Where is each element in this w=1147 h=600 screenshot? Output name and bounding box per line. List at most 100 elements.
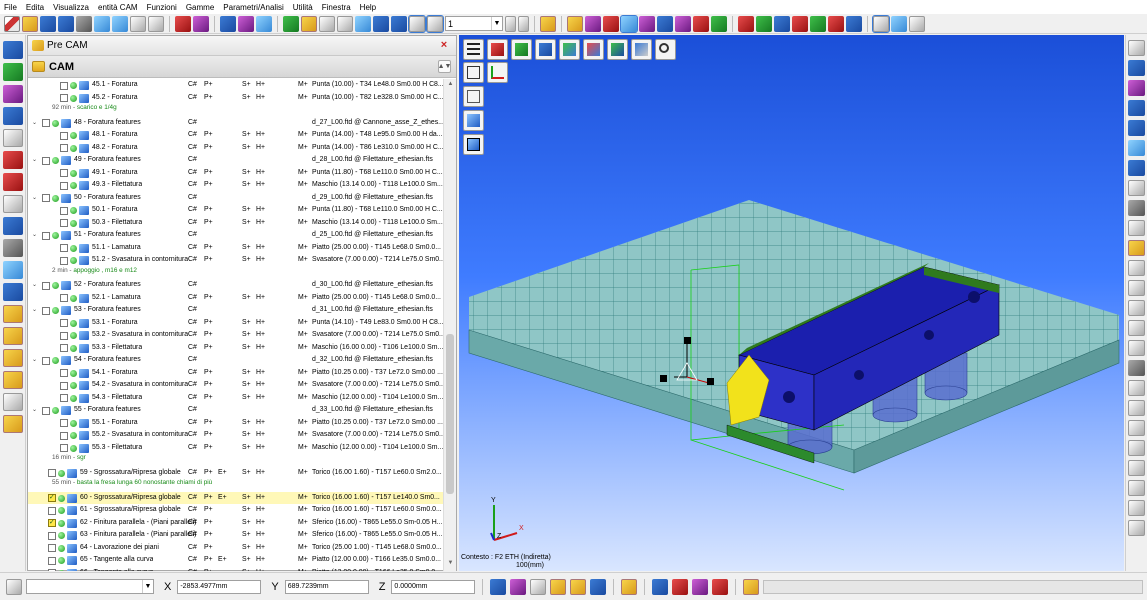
cube-red-icon[interactable] xyxy=(738,15,754,32)
operation-row[interactable]: 50.1 - Foratura C# P+ S+ H+ M+ Punta (11.80) -… xyxy=(28,204,444,217)
snap-point-icon[interactable] xyxy=(570,578,587,595)
operation-row[interactable]: 51.1 - Lamatura C# P+ S+ H+ M+ Piatto (25.00 0… xyxy=(28,242,444,255)
section-icon[interactable] xyxy=(1128,160,1145,176)
operation-row[interactable]: 59 - Sgrossatura/Ripresa globale C# P+ E+ S+… xyxy=(28,467,444,480)
collapse-icon[interactable]: ▲▼ xyxy=(438,60,451,73)
expand-icon[interactable]: ⌄ xyxy=(32,120,39,127)
snap-icon[interactable] xyxy=(175,15,191,32)
operation-checkbox[interactable] xyxy=(48,531,56,540)
print-icon[interactable] xyxy=(76,15,92,32)
view-back-button[interactable] xyxy=(583,39,604,60)
new-file-icon[interactable] xyxy=(4,15,20,32)
point-icon[interactable] xyxy=(2,63,23,81)
operation-row[interactable]: 61 - Sgrossatura/Ripresa globale C# P+ S+ H+… xyxy=(28,504,444,517)
tag-icon[interactable] xyxy=(1128,480,1145,496)
operation-checkbox[interactable] xyxy=(60,144,68,152)
properties-icon[interactable] xyxy=(301,15,317,32)
viewport-menu-button[interactable] xyxy=(463,39,484,60)
y-coordinate-field[interactable]: 689.7239mm xyxy=(284,579,369,594)
operation-row[interactable]: 52.1 - Lamatura C# P+ S+ H+ M+ Piatto (25.00 0… xyxy=(28,292,444,305)
operation-checkbox[interactable] xyxy=(60,169,68,177)
shield-icon[interactable] xyxy=(1128,460,1145,476)
minus-icon[interactable] xyxy=(505,15,516,32)
shaded-edges-button[interactable] xyxy=(463,134,484,155)
machine-head-icon[interactable] xyxy=(1128,200,1145,216)
expand-icon[interactable]: ⌄ xyxy=(32,157,39,164)
operation-checkbox[interactable] xyxy=(48,493,56,502)
operation-row[interactable]: 62 - Finitura parallela - (Piani paralle… xyxy=(28,517,444,530)
group-row[interactable]: ⌄ 50 - Foratura features C# d_29_L00.ftd @ … xyxy=(28,192,444,205)
report-icon[interactable] xyxy=(692,578,709,595)
operation-checkbox[interactable] xyxy=(60,256,68,265)
cube-red-icon[interactable] xyxy=(792,15,808,32)
chart-icon[interactable] xyxy=(672,578,689,595)
workplane-icon[interactable] xyxy=(2,41,23,59)
spindle-icon[interactable] xyxy=(1128,220,1145,236)
shaded-cube-button[interactable] xyxy=(463,110,484,131)
polar-icon[interactable] xyxy=(550,578,567,595)
layout-icon[interactable] xyxy=(1128,360,1145,376)
operation-checkbox[interactable] xyxy=(60,331,68,340)
operation-row[interactable]: 50.3 - Filettatura C# P+ S+ H+ M+ Maschio (13.… xyxy=(28,217,444,230)
operation-row[interactable]: 53.2 - Svasatura in contornitura C# P+ S+ H+… xyxy=(28,329,444,342)
info-icon[interactable] xyxy=(652,578,669,595)
toolpath-icon[interactable] xyxy=(2,349,23,367)
operation-row[interactable]: 51.2 - Svasatura in contornitura C# P+ S+ H+… xyxy=(28,254,444,267)
select-mode-icon[interactable] xyxy=(408,14,426,33)
slice-icon[interactable] xyxy=(1128,180,1145,196)
operation-checkbox[interactable] xyxy=(48,544,56,552)
group-row[interactable]: ⌄ 54 - Foratura features C# d_32_L00.ftd @ … xyxy=(28,354,444,367)
menu-item[interactable]: Funzioni xyxy=(147,3,177,12)
open-cam-icon[interactable] xyxy=(40,15,56,32)
menu-item[interactable]: Help xyxy=(360,3,376,12)
operation-checkbox[interactable] xyxy=(60,131,68,140)
operation-row[interactable]: 54.2 - Svasatura in contornitura C# P+ S+ H+… xyxy=(28,379,444,392)
layer-icon[interactable] xyxy=(283,15,299,32)
undo-icon[interactable] xyxy=(94,15,110,32)
operation-row[interactable]: 49.1 - Foratura C# P+ S+ H+ M+ Punta (11.80) -… xyxy=(28,167,444,180)
operation-row[interactable]: 53.1 - Foratura C# P+ S+ H+ M+ Punta (14.10) -… xyxy=(28,317,444,330)
view-front-icon[interactable] xyxy=(693,15,709,32)
operation-checkbox[interactable] xyxy=(60,81,68,90)
menu-item[interactable]: entità CAM xyxy=(98,3,138,12)
calculator-icon[interactable] xyxy=(712,578,729,595)
zoom-fit-button[interactable] xyxy=(655,39,676,60)
operation-checkbox[interactable] xyxy=(48,556,56,565)
operation-checkbox[interactable] xyxy=(60,369,68,377)
macro-icon[interactable] xyxy=(2,283,23,301)
save-icon[interactable] xyxy=(58,15,74,32)
scroll-up-icon[interactable]: ▲ xyxy=(446,81,455,90)
render-icon[interactable] xyxy=(238,15,254,32)
menu-item[interactable]: Visualizza xyxy=(53,3,89,12)
view-top-icon[interactable] xyxy=(675,15,691,32)
menu-item[interactable]: Edita xyxy=(26,3,44,12)
operation-checkbox[interactable] xyxy=(60,444,68,452)
operation-row[interactable]: 53.3 - Filettatura C# P+ S+ H+ M+ Maschio (16.… xyxy=(28,342,444,355)
shade-icon[interactable] xyxy=(256,15,272,32)
time-note-row[interactable]: 55 min - basta la fresa lunga 60 nonosta… xyxy=(28,479,444,492)
operation-checkbox[interactable] xyxy=(42,156,50,165)
wand-icon[interactable] xyxy=(743,578,760,595)
operation-row[interactable]: 66 - Tangente alla curva C# P+ S+ H+ M+ Piatto… xyxy=(28,567,444,571)
operation-row[interactable]: 55.3 - Filettatura C# P+ S+ H+ M+ Maschio (12.… xyxy=(28,442,444,455)
view-iso-icon[interactable] xyxy=(620,14,638,33)
pan-icon[interactable] xyxy=(355,15,371,32)
expand-icon[interactable]: ⌄ xyxy=(32,307,39,314)
view-right-icon[interactable] xyxy=(711,15,727,32)
wireframe-box-button[interactable] xyxy=(463,62,484,83)
menu-item[interactable]: Utilità xyxy=(293,3,313,12)
outline-cube-button[interactable] xyxy=(463,86,484,107)
operation-checkbox[interactable] xyxy=(60,206,68,215)
operation-row[interactable]: 60 - Sgrossatura/Ripresa globale C# P+ E+ S+… xyxy=(28,491,444,504)
plus-icon[interactable] xyxy=(518,15,529,32)
expand-icon[interactable]: ⌄ xyxy=(32,195,39,202)
group-row[interactable]: ⌄ 53 - Foratura features C# d_31_L00.ftd @ … xyxy=(28,304,444,317)
operation-row[interactable]: 48.1 - Foratura C# P+ S+ H+ M+ Punta (14.00) -… xyxy=(28,129,444,142)
operation-checkbox[interactable] xyxy=(60,431,68,440)
post-icon[interactable] xyxy=(2,393,23,411)
operation-checkbox[interactable] xyxy=(48,506,56,515)
surface-icon[interactable] xyxy=(2,195,23,213)
axes-xyz-button[interactable] xyxy=(487,62,508,83)
operation-checkbox[interactable] xyxy=(42,281,50,290)
operation-checkbox[interactable] xyxy=(60,244,68,252)
